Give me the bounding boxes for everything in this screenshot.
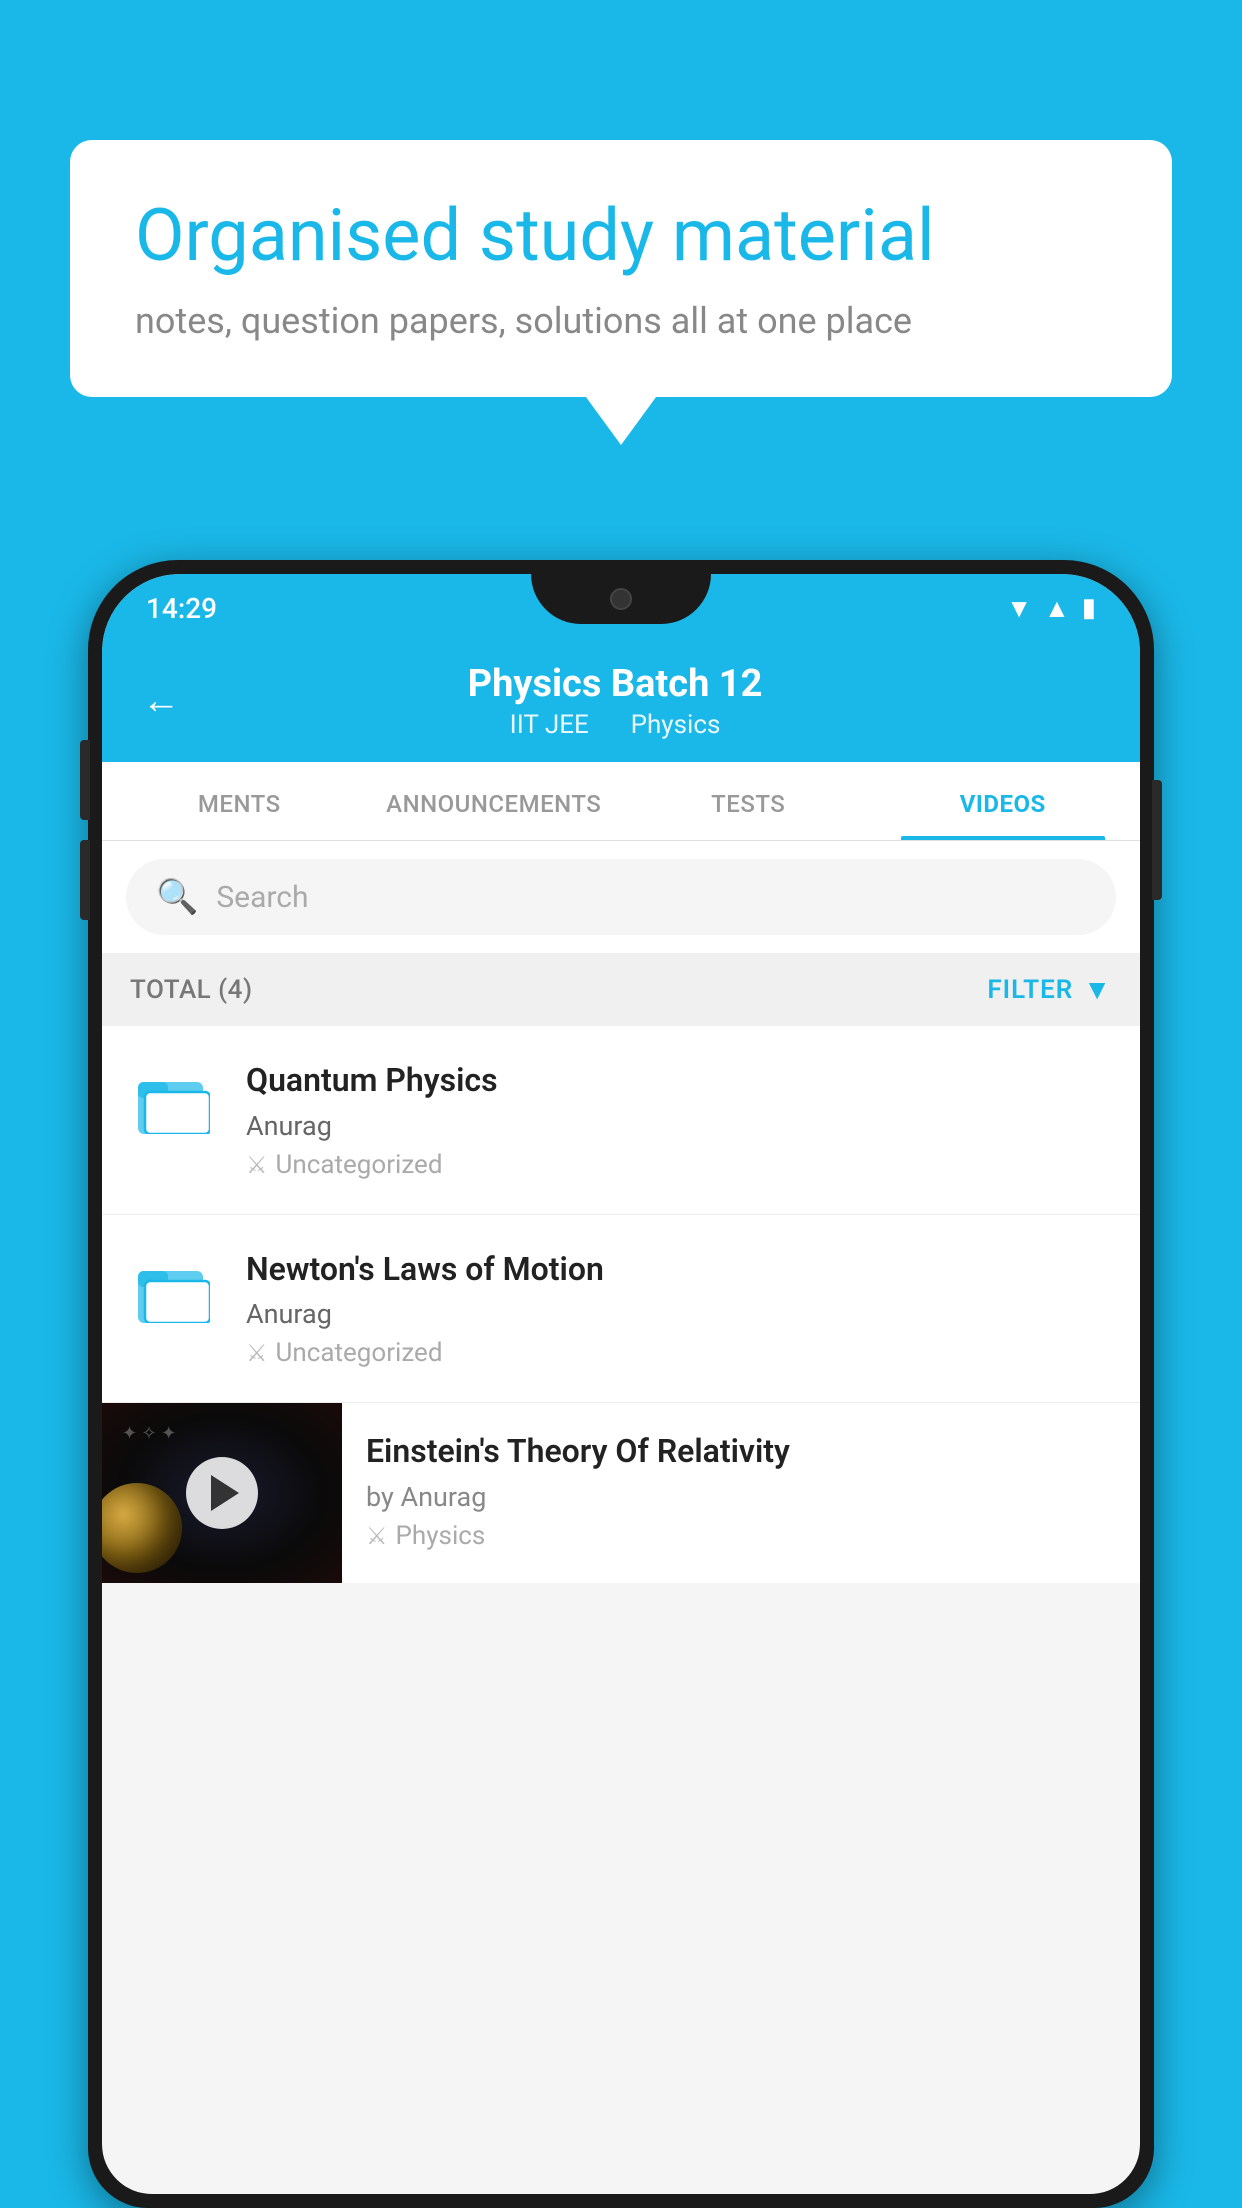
- video-tag-text: Physics: [396, 1521, 486, 1551]
- video-author: by Anurag: [366, 1481, 1116, 1513]
- signal-icon: ▲: [1044, 593, 1070, 624]
- tab-tests[interactable]: TESTS: [621, 762, 876, 840]
- volume-down-button: [80, 840, 90, 920]
- wifi-icon: ▼: [1006, 593, 1032, 624]
- total-count: TOTAL (4): [130, 975, 253, 1005]
- tab-bar: MENTS ANNOUNCEMENTS TESTS VIDEOS: [102, 762, 1140, 841]
- filter-icon: ▼: [1083, 973, 1112, 1006]
- folder-icon: [138, 1255, 210, 1323]
- thumb-bg: [102, 1403, 342, 1583]
- video-tag: ⚔ Uncategorized: [246, 1150, 1112, 1180]
- search-bar-container: 🔍 Search: [102, 841, 1140, 953]
- video-info: Newton's Laws of Motion Anurag ⚔ Uncateg…: [246, 1249, 1112, 1369]
- battery-icon: ▮: [1082, 593, 1096, 623]
- video-tag: ⚔ Physics: [366, 1521, 1116, 1551]
- header-subtitle: IIT JEE Physics: [210, 710, 1020, 740]
- app-header: ← Physics Batch 12 IIT JEE Physics: [102, 642, 1140, 762]
- video-icon-container: [130, 1249, 218, 1323]
- header-center: Physics Batch 12 IIT JEE Physics: [210, 662, 1020, 740]
- bubble-subtitle: notes, question papers, solutions all at…: [135, 300, 1107, 342]
- phone-inner: 14:29 ▼ ▲ ▮ ← Physics Batch 12 IIT JEE: [102, 574, 1140, 2194]
- search-icon: 🔍: [156, 877, 198, 917]
- tag-icon: ⚔: [246, 1151, 268, 1179]
- tab-announcements[interactable]: ANNOUNCEMENTS: [367, 762, 622, 840]
- thumb-planet: [102, 1483, 182, 1573]
- video-list: Quantum Physics Anurag ⚔ Uncategorized: [102, 1026, 1140, 1583]
- status-time: 14:29: [146, 592, 217, 625]
- tab-videos[interactable]: VIDEOS: [876, 762, 1131, 840]
- video-icon-container: [130, 1060, 218, 1134]
- camera-dot: [610, 588, 632, 610]
- status-icons: ▼ ▲ ▮: [1006, 593, 1096, 624]
- list-item[interactable]: Einstein's Theory Of Relativity by Anura…: [102, 1403, 1140, 1583]
- header-subtitle-subject: Physics: [631, 710, 721, 740]
- video-title: Einstein's Theory Of Relativity: [366, 1431, 1116, 1473]
- folder-icon: [138, 1066, 210, 1134]
- filter-button[interactable]: FILTER ▼: [987, 973, 1112, 1006]
- tab-ments[interactable]: MENTS: [112, 762, 367, 840]
- speech-bubble-section: Organised study material notes, question…: [70, 140, 1172, 397]
- video-title: Newton's Laws of Motion: [246, 1249, 1112, 1291]
- volume-up-button: [80, 740, 90, 820]
- video-thumbnail: [102, 1403, 342, 1583]
- video-tag: ⚔ Uncategorized: [246, 1338, 1112, 1368]
- header-subtitle-course: IIT JEE: [510, 710, 589, 740]
- bubble-title: Organised study material: [135, 195, 1107, 278]
- power-button: [1152, 780, 1162, 900]
- status-bar: 14:29 ▼ ▲ ▮: [102, 574, 1140, 642]
- speech-bubble: Organised study material notes, question…: [70, 140, 1172, 397]
- tag-icon: ⚔: [366, 1522, 388, 1550]
- video-tag-text: Uncategorized: [276, 1150, 443, 1180]
- video-title: Quantum Physics: [246, 1060, 1112, 1102]
- video-tag-text: Uncategorized: [276, 1338, 443, 1368]
- play-button[interactable]: [186, 1457, 258, 1529]
- tag-icon: ⚔: [246, 1339, 268, 1367]
- video-info: Einstein's Theory Of Relativity by Anura…: [342, 1403, 1140, 1579]
- list-item[interactable]: Newton's Laws of Motion Anurag ⚔ Uncateg…: [102, 1215, 1140, 1404]
- back-button[interactable]: ←: [142, 679, 180, 723]
- search-input[interactable]: Search: [216, 880, 308, 915]
- filter-row: TOTAL (4) FILTER ▼: [102, 953, 1140, 1026]
- filter-label: FILTER: [987, 975, 1073, 1005]
- phone-frame: 14:29 ▼ ▲ ▮ ← Physics Batch 12 IIT JEE: [88, 560, 1154, 2208]
- search-bar[interactable]: 🔍 Search: [126, 859, 1116, 935]
- phone-screen: 14:29 ▼ ▲ ▮ ← Physics Batch 12 IIT JEE: [102, 574, 1140, 2194]
- notch: [531, 574, 711, 624]
- video-author: Anurag: [246, 1110, 1112, 1142]
- header-title: Physics Batch 12: [210, 662, 1020, 706]
- list-item[interactable]: Quantum Physics Anurag ⚔ Uncategorized: [102, 1026, 1140, 1215]
- play-triangle-icon: [211, 1475, 239, 1511]
- video-info: Quantum Physics Anurag ⚔ Uncategorized: [246, 1060, 1112, 1180]
- video-author: Anurag: [246, 1298, 1112, 1330]
